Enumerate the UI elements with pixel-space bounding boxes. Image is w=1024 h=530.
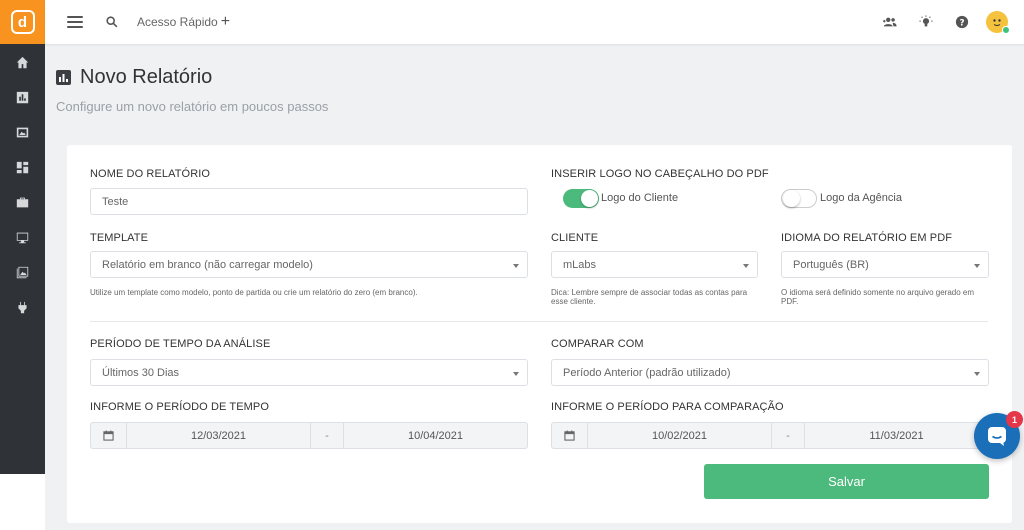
help-icon[interactable]: ? — [944, 15, 980, 29]
gallery-icon[interactable] — [0, 255, 45, 290]
monitor-icon[interactable] — [0, 220, 45, 255]
logo-letter: d — [10, 10, 35, 34]
compare-start-input[interactable]: 10/02/2021 — [588, 423, 771, 448]
page-subtitle: Configure um novo relatório em poucos pa… — [56, 99, 329, 114]
page-header: Novo Relatório Configure um novo relatór… — [56, 66, 328, 114]
template-value: Relatório em branco (não carregar modelo… — [102, 258, 313, 271]
compare-select[interactable]: Período Anterior (padrão utilizado) — [551, 359, 989, 386]
online-status-dot — [1002, 26, 1010, 34]
menu-icon[interactable] — [67, 16, 83, 28]
dashboard-icon[interactable] — [0, 150, 45, 185]
range-start-input[interactable]: 12/03/2021 — [127, 423, 310, 448]
page-title: Novo Relatório — [80, 66, 213, 88]
logo-client-label: Logo do Cliente — [601, 192, 679, 204]
briefcase-icon[interactable] — [0, 185, 45, 220]
section-divider — [90, 321, 988, 322]
plug-icon[interactable] — [0, 290, 45, 325]
language-value: Português (BR) — [793, 258, 869, 271]
period-label: PERÍODO DE TEMPO DA ANÁLISE — [90, 338, 271, 350]
client-value: mLabs — [563, 258, 597, 271]
topbar: Acesso Rápido + ? — [45, 0, 1024, 44]
template-select[interactable]: Relatório em branco (não carregar modelo… — [90, 251, 528, 278]
language-hint: O idioma será definido somente no arquiv… — [781, 288, 974, 306]
language-select[interactable]: Português (BR) — [781, 251, 989, 278]
report-form-card: NOME DO RELATÓRIO Teste INSERIR LOGO NO … — [67, 145, 1012, 523]
plus-icon: + — [220, 13, 231, 30]
save-button[interactable]: Salvar — [704, 464, 989, 499]
period-value: Últimos 30 Dias — [102, 366, 180, 379]
compare-date-range-picker[interactable]: 10/02/2021 - 11/03/2021 — [551, 422, 989, 449]
client-hint: Dica: Lembre sempre de associar todas as… — [551, 288, 748, 306]
logo-client-toggle[interactable] — [563, 189, 599, 208]
range-separator: - — [310, 423, 344, 448]
range-label: INFORME O PERÍODO DE TEMPO — [90, 401, 270, 413]
chart-icon[interactable] — [0, 80, 45, 115]
compare-label: COMPARAR COM — [551, 338, 644, 350]
sidebar: d — [0, 0, 45, 474]
compare-range-separator: - — [771, 423, 805, 448]
app-logo[interactable]: d — [0, 0, 45, 44]
calendar-icon[interactable] — [552, 423, 588, 448]
report-chart-icon — [56, 70, 71, 85]
language-label: IDIOMA DO RELATÓRIO EM PDF — [781, 232, 953, 244]
users-icon[interactable] — [872, 16, 908, 28]
avatar[interactable] — [986, 11, 1010, 34]
calendar-icon[interactable] — [91, 423, 127, 448]
quick-access-label: Acesso Rápido — [137, 15, 218, 29]
lightbulb-icon[interactable] — [908, 15, 944, 29]
chat-notification-badge: 1 — [1006, 411, 1023, 428]
template-label: TEMPLATE — [90, 232, 149, 244]
compare-range-label: INFORME O PERÍODO PARA COMPARAÇÃO — [551, 401, 784, 413]
date-range-picker[interactable]: 12/03/2021 - 10/04/2021 — [90, 422, 528, 449]
quick-access-button[interactable]: Acesso Rápido + — [137, 13, 231, 30]
report-name-label: NOME DO RELATÓRIO — [90, 168, 211, 180]
sidebar-footer — [0, 474, 45, 530]
home-icon[interactable] — [0, 45, 45, 80]
client-select[interactable]: mLabs — [551, 251, 758, 278]
search-icon[interactable] — [105, 15, 119, 29]
image-icon[interactable] — [0, 115, 45, 150]
chat-icon — [988, 427, 1006, 446]
template-hint: Utilize um template como modelo, ponto d… — [90, 288, 418, 297]
logo-header-label: INSERIR LOGO NO CABEÇALHO DO PDF — [551, 168, 769, 180]
compare-value: Período Anterior (padrão utilizado) — [563, 366, 731, 379]
report-name-value: Teste — [102, 195, 129, 208]
logo-agency-label: Logo da Agência — [820, 192, 902, 204]
period-select[interactable]: Últimos 30 Dias — [90, 359, 528, 386]
compare-end-input[interactable]: 11/03/2021 — [805, 423, 988, 448]
range-end-input[interactable]: 10/04/2021 — [344, 423, 527, 448]
svg-text:?: ? — [959, 19, 964, 29]
logo-agency-toggle[interactable] — [781, 189, 817, 208]
client-label: CLIENTE — [551, 232, 599, 244]
report-name-input[interactable]: Teste — [90, 188, 528, 215]
